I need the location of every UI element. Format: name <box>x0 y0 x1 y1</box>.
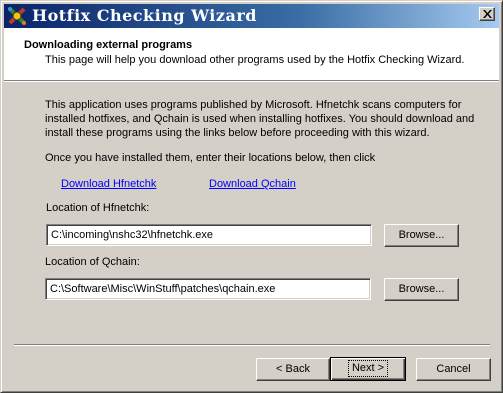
cancel-button[interactable]: Cancel <box>416 358 491 381</box>
browse-qchain-button[interactable]: Browse... <box>384 278 459 301</box>
close-icon <box>483 10 492 18</box>
close-button[interactable] <box>479 7 495 21</box>
wizard-app-icon <box>6 5 28 27</box>
title-bar[interactable]: Hotfix Checking Wizard <box>4 4 499 28</box>
back-button[interactable]: < Back <box>256 358 330 381</box>
browse-hfnetchk-button[interactable]: Browse... <box>384 224 459 247</box>
next-button-label: Next > <box>347 360 389 377</box>
wizard-window: Hotfix Checking Wizard Downloading exter… <box>0 0 503 393</box>
download-hfnetchk-link[interactable]: Download Hfnetchk <box>61 178 156 190</box>
wizard-header: Downloading external programs This page … <box>4 28 499 80</box>
next-button[interactable]: Next > <box>330 357 406 381</box>
qchain-location-label: Location of Qchain: <box>45 256 140 268</box>
page-subtitle: This page will help you download other p… <box>45 54 465 66</box>
page-title: Downloading external programs <box>24 39 193 51</box>
instruction-text: Once you have installed them, enter thei… <box>45 152 376 164</box>
footer-divider <box>14 344 490 346</box>
hfnetchk-location-label: Location of Hfnetchk: <box>46 202 150 214</box>
intro-paragraph: This application uses programs published… <box>45 99 475 139</box>
hfnetchk-location-input[interactable]: C:\incoming\nshc32\hfnetchk.exe <box>46 224 372 246</box>
download-qchain-link[interactable]: Download Qchain <box>209 178 296 190</box>
qchain-location-input[interactable]: C:\Software\Misc\WinStuff\patches\qchain… <box>45 278 371 300</box>
window-title: Hotfix Checking Wizard <box>32 6 257 25</box>
header-divider <box>4 80 499 82</box>
